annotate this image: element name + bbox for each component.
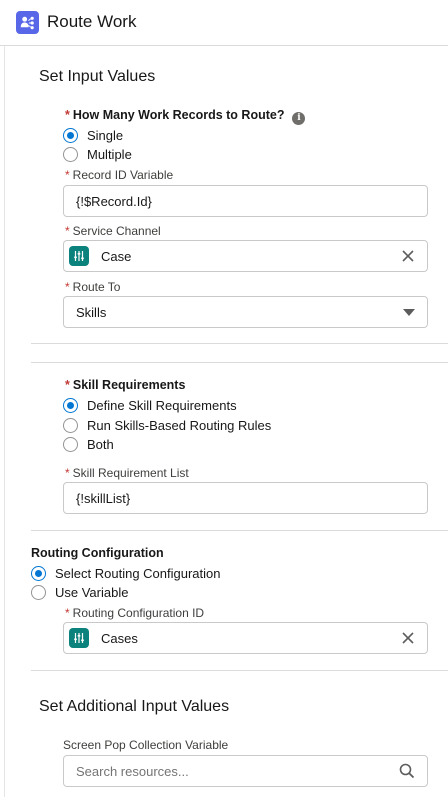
radio-select-routing-configuration[interactable]: Select Routing Configuration [31, 563, 221, 583]
chevron-down-icon [403, 308, 415, 316]
close-icon[interactable] [401, 631, 415, 645]
record-id-label: * Record ID Variable [65, 168, 174, 182]
radio-multiple[interactable]: Multiple [63, 144, 132, 164]
channel-icon [69, 246, 89, 266]
routing-config-id-lookup[interactable]: Cases [63, 622, 428, 654]
radio-button-checked[interactable] [31, 565, 46, 581]
skill-list-label: * Skill Requirement List [65, 466, 189, 480]
close-icon[interactable] [401, 249, 415, 263]
route-work-icon [16, 11, 39, 34]
routing-config-id-label: * Routing Configuration ID [65, 606, 205, 620]
radio-button[interactable] [63, 417, 78, 433]
radio-button-checked[interactable] [63, 397, 78, 413]
radio-use-variable[interactable]: Use Variable [31, 582, 128, 602]
required-marker: * [65, 108, 70, 122]
service-channel-label: * Service Channel [65, 224, 161, 238]
radio-single[interactable]: Single [63, 125, 123, 145]
route-to-label: * Route To [65, 280, 121, 294]
radio-both[interactable]: Both [63, 434, 114, 454]
work-records-label: * How Many Work Records to Route? i [65, 108, 306, 125]
routing-configuration-label: Routing Configuration [31, 546, 164, 560]
divider [31, 343, 448, 344]
route-to-select[interactable]: Skills [63, 296, 428, 328]
page-title: Route Work [47, 12, 137, 31]
radio-run-skills-rules[interactable]: Run Skills-Based Routing Rules [63, 415, 271, 435]
left-gutter-line [4, 46, 5, 797]
skill-list-input[interactable]: {!skillList} [63, 482, 428, 514]
radio-button[interactable] [31, 584, 46, 600]
radio-button[interactable] [63, 436, 78, 452]
channel-icon [69, 628, 89, 648]
section-title-additional-values: Set Additional Input Values [39, 698, 230, 715]
info-icon[interactable]: i [292, 112, 306, 125]
record-id-input[interactable]: {!$Record.Id} [63, 185, 428, 217]
search-icon [399, 763, 415, 779]
radio-button-checked[interactable] [63, 127, 78, 143]
divider [31, 362, 448, 363]
skill-requirements-label: * Skill Requirements [65, 378, 186, 392]
screen-pop-search-input[interactable]: Search resources... [63, 755, 428, 787]
screen-pop-label: Screen Pop Collection Variable [63, 738, 229, 752]
radio-define-skill-requirements[interactable]: Define Skill Requirements [63, 395, 237, 415]
divider [31, 670, 448, 671]
section-title-input-values: Set Input Values [39, 68, 156, 85]
divider [31, 530, 448, 531]
service-channel-lookup[interactable]: Case [63, 240, 428, 272]
radio-button[interactable] [63, 146, 78, 162]
